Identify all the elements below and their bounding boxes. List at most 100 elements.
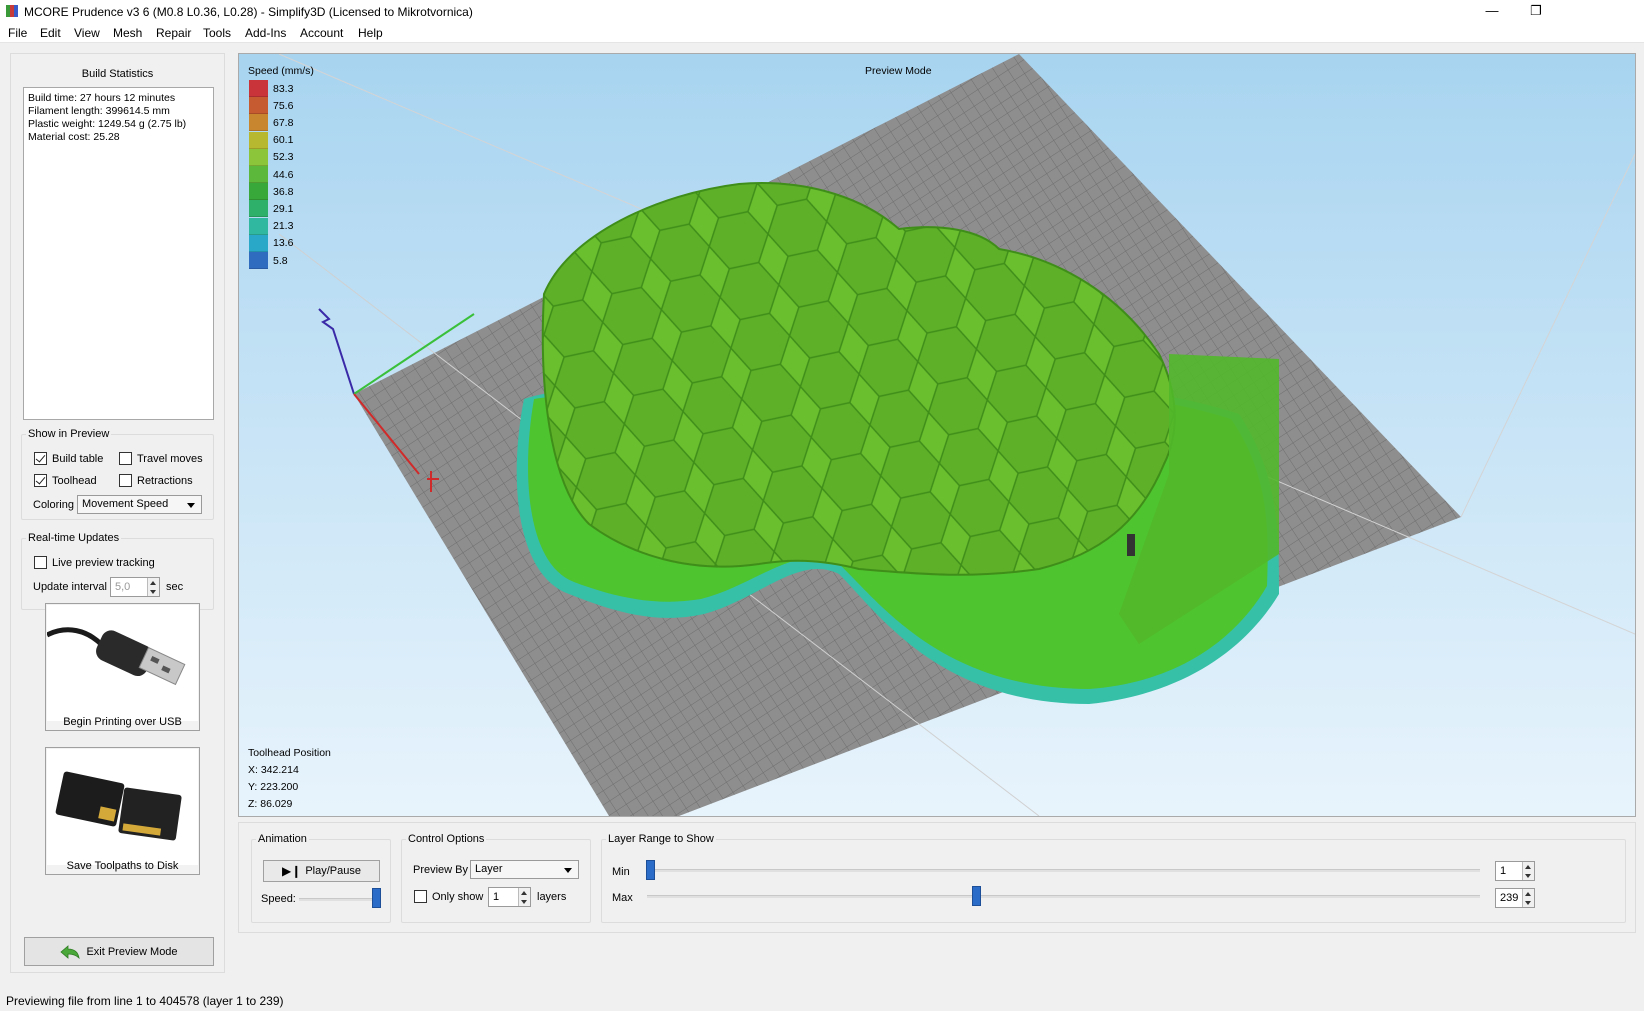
update-interval-unit: sec xyxy=(166,581,184,593)
stat-plastic-weight: Plastic weight: 1249.54 g (2.75 lb) xyxy=(28,118,187,130)
only-show-value: 1 xyxy=(493,891,500,903)
only-show-input[interactable]: 1 xyxy=(488,887,531,907)
toolhead-x: X: 342.214 xyxy=(248,764,299,776)
build-table-check-icon[interactable] xyxy=(34,452,47,465)
only-show-spinner-icon[interactable] xyxy=(518,888,530,906)
stat-filament-length: Filament length: 399614.5 mm xyxy=(28,105,170,117)
speed-legend-row: 75.6 xyxy=(249,97,293,115)
max-label: Max xyxy=(612,892,633,904)
retractions-label: Retractions xyxy=(137,474,193,487)
coloring-select[interactable]: Movement Speed xyxy=(77,495,202,514)
speed-slider-track[interactable] xyxy=(299,898,377,901)
restore-button[interactable]: ❐ xyxy=(1514,0,1558,23)
speed-legend-row: 67.8 xyxy=(249,114,294,132)
save-toolpaths-label: Save Toolpaths to Disk xyxy=(66,860,179,872)
preview-viewport[interactable]: Speed (mm/s) Preview Mode 83.3 75.6 67.8 60… xyxy=(238,53,1636,817)
play-pause-icon: ▶❙ xyxy=(282,864,302,878)
speed-legend-value: 5.8 xyxy=(273,254,288,267)
update-interval-label: Update interval xyxy=(33,581,107,593)
toolhead-label: Toolhead xyxy=(52,474,97,487)
update-interval-input[interactable]: 5,0 xyxy=(110,577,160,597)
max-layer-input[interactable]: 239 xyxy=(1495,888,1535,908)
save-toolpaths-button[interactable]: Save Toolpaths to Disk xyxy=(45,747,200,875)
show-in-preview-title: Show in Preview xyxy=(28,428,110,440)
bottom-controls: Animation ▶❙ Play/Pause Speed: Control O… xyxy=(238,822,1636,933)
build-table-checkbox[interactable]: Build table xyxy=(34,452,103,465)
play-pause-button[interactable]: ▶❙ Play/Pause xyxy=(263,860,380,882)
speed-label: Speed: xyxy=(261,893,296,905)
coloring-label: Coloring xyxy=(33,499,74,511)
usb-cable-icon xyxy=(47,605,198,721)
speed-legend-row: 36.8 xyxy=(249,183,294,201)
speed-legend-value: 21.3 xyxy=(273,220,294,233)
stat-build-time: Build time: 27 hours 12 minutes xyxy=(28,92,176,104)
build-statistics-box: Build time: 27 hours 12 minutes Filament… xyxy=(23,87,214,420)
speed-legend-swatch xyxy=(249,148,268,166)
play-pause-label: Play/Pause xyxy=(305,865,361,877)
minimize-button[interactable]: — xyxy=(1470,0,1514,23)
toolhead-marker xyxy=(1127,534,1135,556)
speed-legend-value: 13.6 xyxy=(273,237,294,250)
travel-moves-check-icon[interactable] xyxy=(119,452,132,465)
live-preview-checkbox[interactable]: Live preview tracking xyxy=(34,556,155,569)
menu-view[interactable]: View xyxy=(74,26,100,40)
speed-legend-swatch xyxy=(249,114,268,132)
speed-legend-value: 67.8 xyxy=(273,116,294,129)
menu-mesh[interactable]: Mesh xyxy=(113,26,142,40)
exit-preview-label: Exit Preview Mode xyxy=(86,945,178,958)
control-options-title: Control Options xyxy=(408,833,485,845)
menu-file[interactable]: File xyxy=(8,26,27,40)
max-layer-slider-thumb[interactable] xyxy=(971,886,981,906)
speed-legend-row: 83.3 xyxy=(249,80,293,97)
speed-legend-swatch xyxy=(249,252,268,269)
sd-card-icon xyxy=(47,749,198,865)
travel-moves-label: Travel moves xyxy=(137,452,203,465)
exit-preview-button[interactable]: Exit Preview Mode xyxy=(24,937,214,966)
preview-by-select[interactable]: Layer xyxy=(470,860,579,879)
update-interval-value: 5,0 xyxy=(115,581,131,593)
speed-legend-swatch xyxy=(249,183,268,201)
stat-material-cost: Material cost: 25.28 xyxy=(28,131,120,143)
only-show-check-icon[interactable] xyxy=(414,890,427,903)
layer-range-title: Layer Range to Show xyxy=(608,833,714,845)
toolhead-z: Z: 86.029 xyxy=(248,798,293,810)
live-preview-label: Live preview tracking xyxy=(52,556,155,569)
live-preview-check-icon[interactable] xyxy=(34,556,47,569)
toolhead-checkbox[interactable]: Toolhead xyxy=(34,474,97,487)
min-layer-spinner-icon[interactable] xyxy=(1522,862,1534,880)
menu-edit[interactable]: Edit xyxy=(40,26,61,40)
max-layer-spinner-icon[interactable] xyxy=(1522,889,1534,907)
min-layer-value: 1 xyxy=(1500,865,1507,877)
menu-add-ins[interactable]: Add-Ins xyxy=(245,26,286,40)
coloring-select-value: Movement Speed xyxy=(82,498,169,510)
menu-help[interactable]: Help xyxy=(358,26,383,40)
speed-legend-swatch xyxy=(249,234,268,252)
speed-legend-swatch xyxy=(249,80,268,97)
preview-mode-label: Preview Mode xyxy=(865,65,932,77)
speed-legend-row: 21.3 xyxy=(249,217,294,235)
menu-repair[interactable]: Repair xyxy=(156,26,191,40)
menu-tools[interactable]: Tools xyxy=(203,26,231,40)
menu-bar: File Edit View Mesh Repair Tools Add-Ins… xyxy=(0,23,1644,43)
min-layer-input[interactable]: 1 xyxy=(1495,861,1535,881)
travel-moves-checkbox[interactable]: Travel moves xyxy=(119,452,203,465)
preview-by-label: Preview By xyxy=(413,864,469,876)
max-layer-slider-track[interactable] xyxy=(647,895,1480,898)
only-show-checkbox[interactable]: Only show xyxy=(414,890,483,903)
min-layer-slider-thumb[interactable] xyxy=(646,860,655,880)
retractions-checkbox[interactable]: Retractions xyxy=(119,474,193,487)
menu-account[interactable]: Account xyxy=(300,26,343,40)
update-interval-spinner-icon[interactable] xyxy=(147,578,159,596)
speed-slider-thumb[interactable] xyxy=(372,888,381,908)
window-title: MCORE Prudence v3 6 (M0.8 L0.36, L0.28) … xyxy=(24,5,473,19)
toolhead-check-icon[interactable] xyxy=(34,474,47,487)
model-scene[interactable] xyxy=(239,54,1635,816)
retractions-check-icon[interactable] xyxy=(119,474,132,487)
usb-print-button[interactable]: Begin Printing over USB xyxy=(45,603,200,731)
usb-print-label: Begin Printing over USB xyxy=(63,716,182,728)
min-layer-slider-track[interactable] xyxy=(647,869,1480,872)
left-panel: Build Statistics Build time: 27 hours 12… xyxy=(10,53,225,973)
speed-legend-row: 29.1 xyxy=(249,200,293,218)
speed-legend-value: 36.8 xyxy=(273,185,294,198)
speed-legend-value: 83.3 xyxy=(273,82,294,95)
